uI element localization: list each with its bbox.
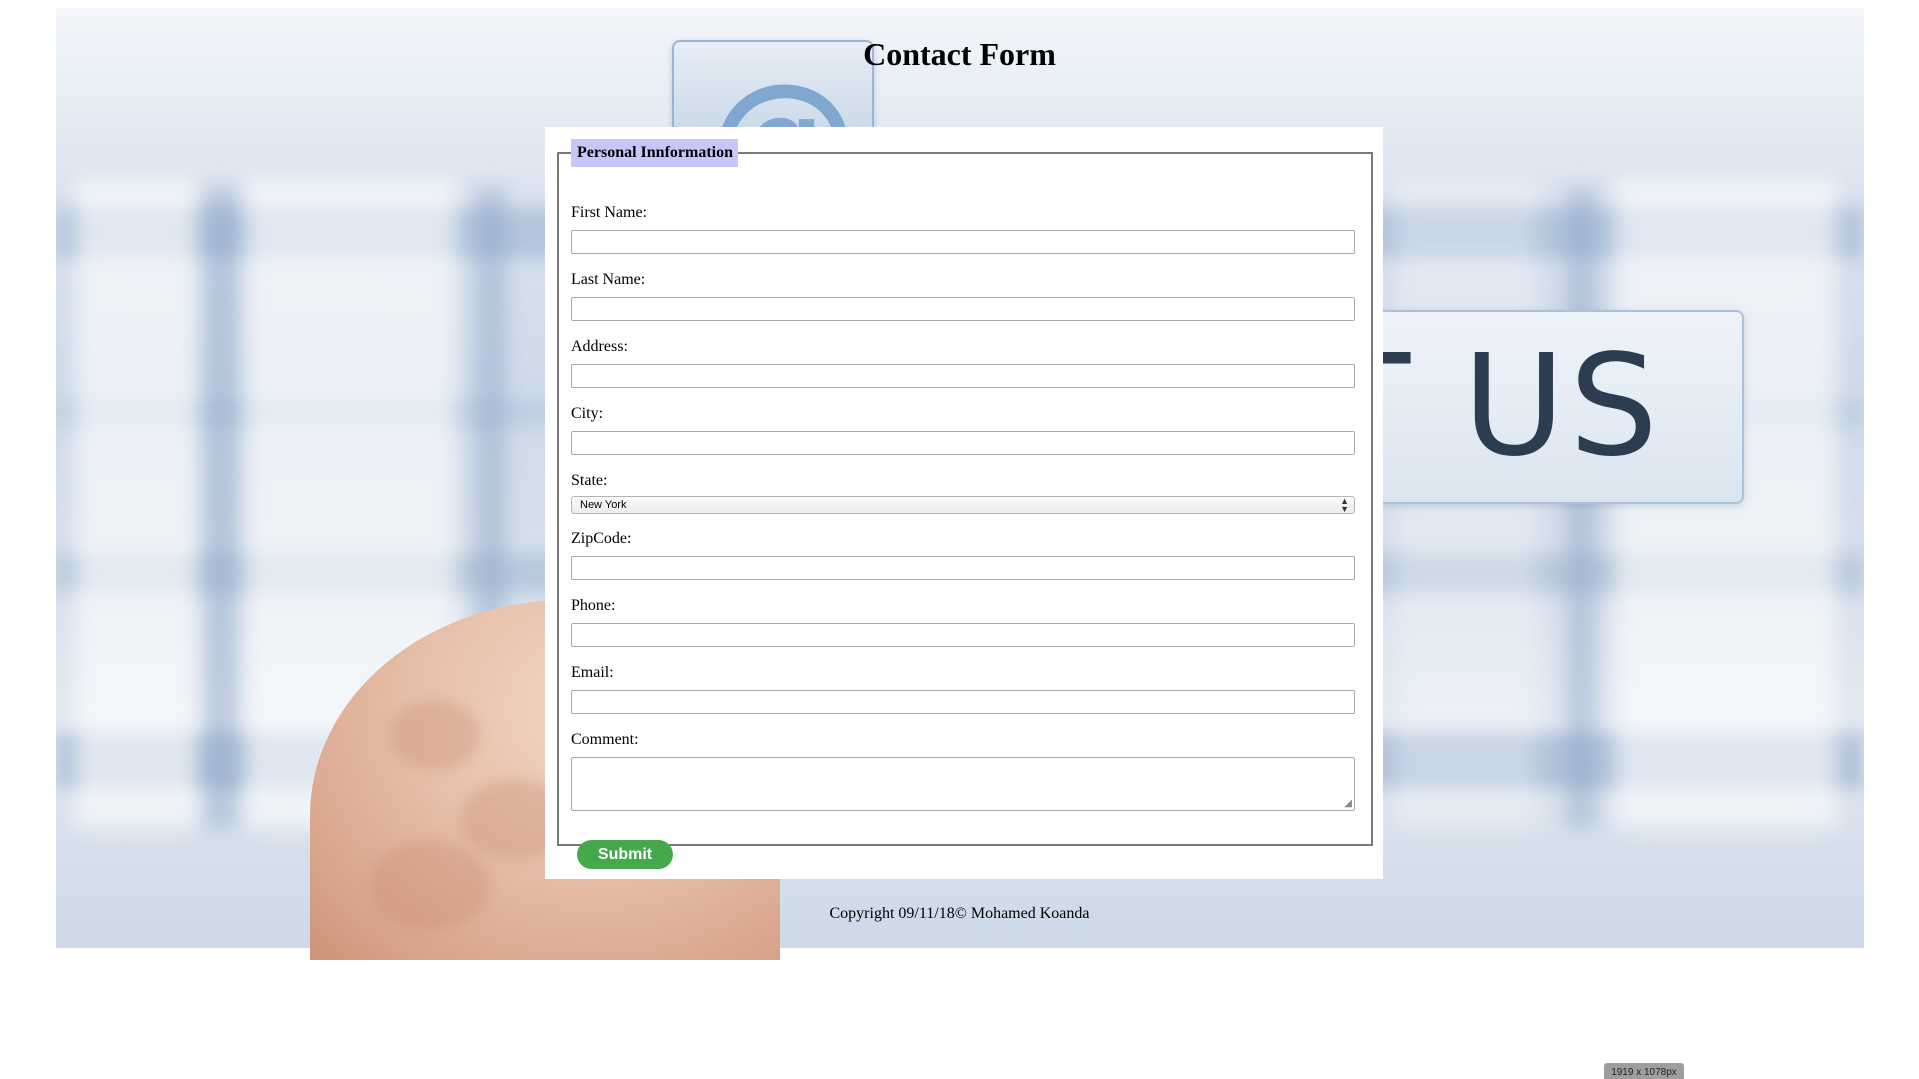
- state-selected-value: New York: [580, 499, 627, 511]
- submit-button[interactable]: Submit: [577, 840, 673, 869]
- resize-grip-icon[interactable]: ◢: [1344, 799, 1352, 809]
- comment-group: Comment: ◢: [571, 731, 1355, 811]
- comment-label: Comment:: [571, 731, 639, 748]
- contact-form-card: Personal Innformation First Name: Last N…: [545, 127, 1383, 879]
- first-name-input[interactable]: [571, 230, 1355, 254]
- last-name-label: Last Name:: [571, 271, 646, 288]
- zipcode-input[interactable]: [571, 556, 1355, 580]
- hand-shading: [390, 700, 480, 770]
- copyright-footer: Copyright 09/11/18© Mohamed Koanda: [829, 905, 1090, 922]
- address-group: Address:: [571, 338, 1355, 388]
- first-name-group: First Name:: [571, 204, 1355, 254]
- dimensions-badge: 1919 x 1078px: [1604, 1063, 1684, 1079]
- city-group: City:: [571, 405, 1355, 455]
- email-group: Email:: [571, 664, 1355, 714]
- city-input[interactable]: [571, 431, 1355, 455]
- personal-information-fieldset: Personal Innformation First Name: Last N…: [557, 139, 1373, 869]
- background-blur-column: [76, 178, 196, 828]
- comment-textarea[interactable]: ◢: [571, 757, 1355, 811]
- zipcode-label: ZipCode:: [571, 530, 632, 547]
- background-blur-divider: [1566, 188, 1596, 828]
- phone-label: Phone:: [571, 597, 616, 614]
- page: @ CT US Contact Form Personal Innformati…: [0, 0, 1919, 1079]
- last-name-input[interactable]: [571, 297, 1355, 321]
- last-name-group: Last Name:: [571, 271, 1355, 321]
- address-label: Address:: [571, 338, 628, 355]
- email-label: Email:: [571, 664, 614, 681]
- phone-group: Phone:: [571, 597, 1355, 647]
- state-group: State: New York ▲ ▼: [571, 472, 1355, 514]
- first-name-label: First Name:: [571, 204, 647, 221]
- phone-input[interactable]: [571, 623, 1355, 647]
- email-input[interactable]: [571, 690, 1355, 714]
- state-select[interactable]: New York ▲ ▼: [571, 496, 1355, 514]
- select-arrows-icon: ▲ ▼: [1340, 496, 1349, 514]
- city-label: City:: [571, 405, 604, 422]
- page-title: Contact Form: [863, 36, 1056, 72]
- address-input[interactable]: [571, 364, 1355, 388]
- state-label: State:: [571, 472, 608, 489]
- zipcode-group: ZipCode:: [571, 530, 1355, 580]
- background-blur-divider: [206, 188, 236, 828]
- fieldset-legend: Personal Innformation: [571, 139, 738, 167]
